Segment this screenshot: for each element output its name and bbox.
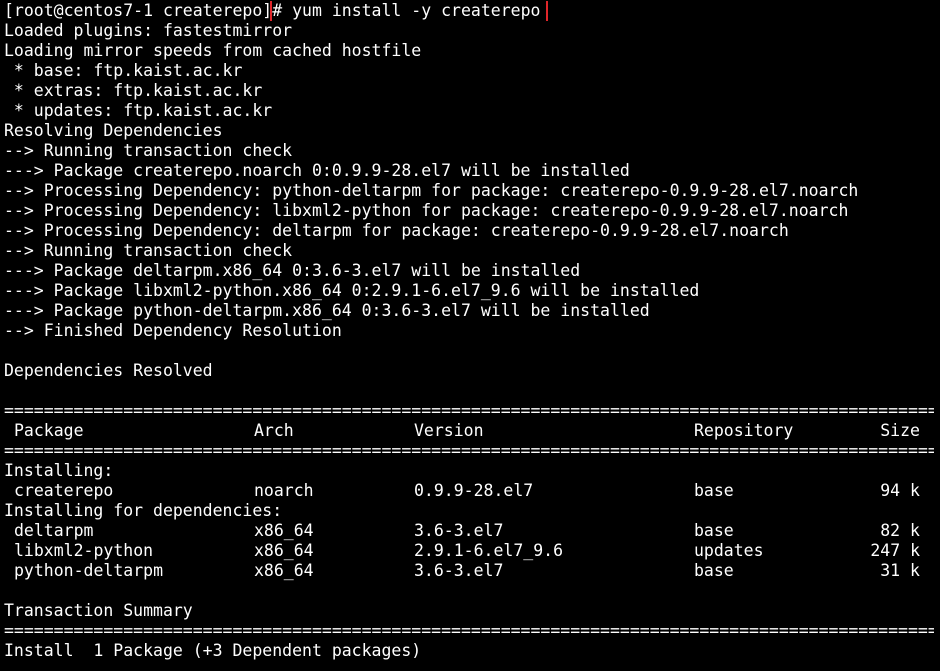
header-repository: Repository <box>694 421 794 440</box>
installing-rows: createrepo noarch 0.9.9-28.el7 base 94 k <box>4 481 940 501</box>
cell-arch: x86_64 <box>254 521 314 540</box>
output-line: Loaded plugins: fastestmirror <box>4 21 293 40</box>
output-line: Loading mirror speeds from cached hostfi… <box>4 41 422 60</box>
cell-size: 82 k <box>880 521 920 540</box>
output-line: --> Running transaction check <box>4 141 293 160</box>
cell-size: 31 k <box>880 561 920 580</box>
output-line: ---> Package libxml2-python.x86_64 0:2.9… <box>4 281 700 300</box>
output-line: * extras: ftp.kaist.ac.kr <box>4 81 263 100</box>
cell-size: 247 k <box>870 541 920 560</box>
cell-package: libxml2-python <box>14 541 154 560</box>
cell-arch: noarch <box>254 481 314 500</box>
table-row: libxml2-python x86_64 2.9.1-6.el7_9.6 updat… <box>4 541 940 561</box>
output-line: ---> Package python-deltarpm.x86_64 0:3.… <box>4 301 650 320</box>
output-line: --> Finished Dependency Resolution <box>4 321 342 340</box>
cell-repository: base <box>694 561 734 580</box>
cell-arch: x86_64 <box>254 541 314 560</box>
deps-label: Installing for dependencies: <box>4 501 283 520</box>
shell-prompt: [root@centos7-1 createrepo] <box>4 1 273 20</box>
cell-version: 3.6-3.el7 <box>414 521 504 540</box>
table-row: python-deltarpm x86_64 3.6-3.el7 base 31 k <box>4 561 940 581</box>
output-line: Resolving Dependencies <box>4 121 223 140</box>
install-summary-line: Install 1 Package (+3 Dependent packages… <box>4 641 422 660</box>
header-package: Package <box>14 421 84 440</box>
output-log: Loaded plugins: fastestmirror Loading mir… <box>4 21 940 401</box>
table-row: createrepo noarch 0.9.9-28.el7 base 94 k <box>4 481 940 501</box>
highlighted-command: # yum install -y createrepo <box>270 1 549 21</box>
cell-package: python-deltarpm <box>14 561 164 580</box>
cell-package: createrepo <box>14 481 114 500</box>
separator-line: ========================================… <box>4 401 934 420</box>
output-line: --> Processing Dependency: libxml2-pytho… <box>4 201 849 220</box>
output-line: --> Running transaction check <box>4 241 293 260</box>
transaction-summary-label: Transaction Summary <box>4 601 193 620</box>
cell-repository: base <box>694 481 734 500</box>
output-line: ---> Package deltarpm.x86_64 0:3.6-3.el7… <box>4 261 581 280</box>
output-line: ---> Package createrepo.noarch 0:0.9.9-2… <box>4 161 630 180</box>
output-line: * base: ftp.kaist.ac.kr <box>4 61 243 80</box>
output-line: --> Processing Dependency: deltarpm for … <box>4 221 789 240</box>
header-arch: Arch <box>254 421 294 440</box>
separator-line: ========================================… <box>4 441 934 460</box>
output-line: Dependencies Resolved <box>4 361 213 380</box>
header-version: Version <box>414 421 484 440</box>
cell-package: deltarpm <box>14 521 94 540</box>
cell-repository: base <box>694 521 734 540</box>
table-row: deltarpm x86_64 3.6-3.el7 base 82 k <box>4 521 940 541</box>
prompt-line: [root@centos7-1 createrepo]# yum install… <box>4 1 940 21</box>
table-header-row: Package Arch Version Repository Size <box>4 421 940 441</box>
header-size: Size <box>880 421 920 440</box>
cell-version: 0.9.9-28.el7 <box>414 481 534 500</box>
installing-label: Installing: <box>4 461 114 480</box>
cell-version: 2.9.1-6.el7_9.6 <box>414 541 564 560</box>
cell-version: 3.6-3.el7 <box>414 561 504 580</box>
output-line: * updates: ftp.kaist.ac.kr <box>4 101 273 120</box>
cell-size: 94 k <box>880 481 920 500</box>
separator-line: ========================================… <box>4 621 934 640</box>
output-line: --> Processing Dependency: python-deltar… <box>4 181 859 200</box>
cell-arch: x86_64 <box>254 561 314 580</box>
dependency-rows: deltarpm x86_64 3.6-3.el7 base 82 k libxml2-p… <box>4 521 940 581</box>
cell-repository: updates <box>694 541 764 560</box>
terminal-window[interactable]: [root@centos7-1 createrepo]# yum install… <box>0 0 940 671</box>
